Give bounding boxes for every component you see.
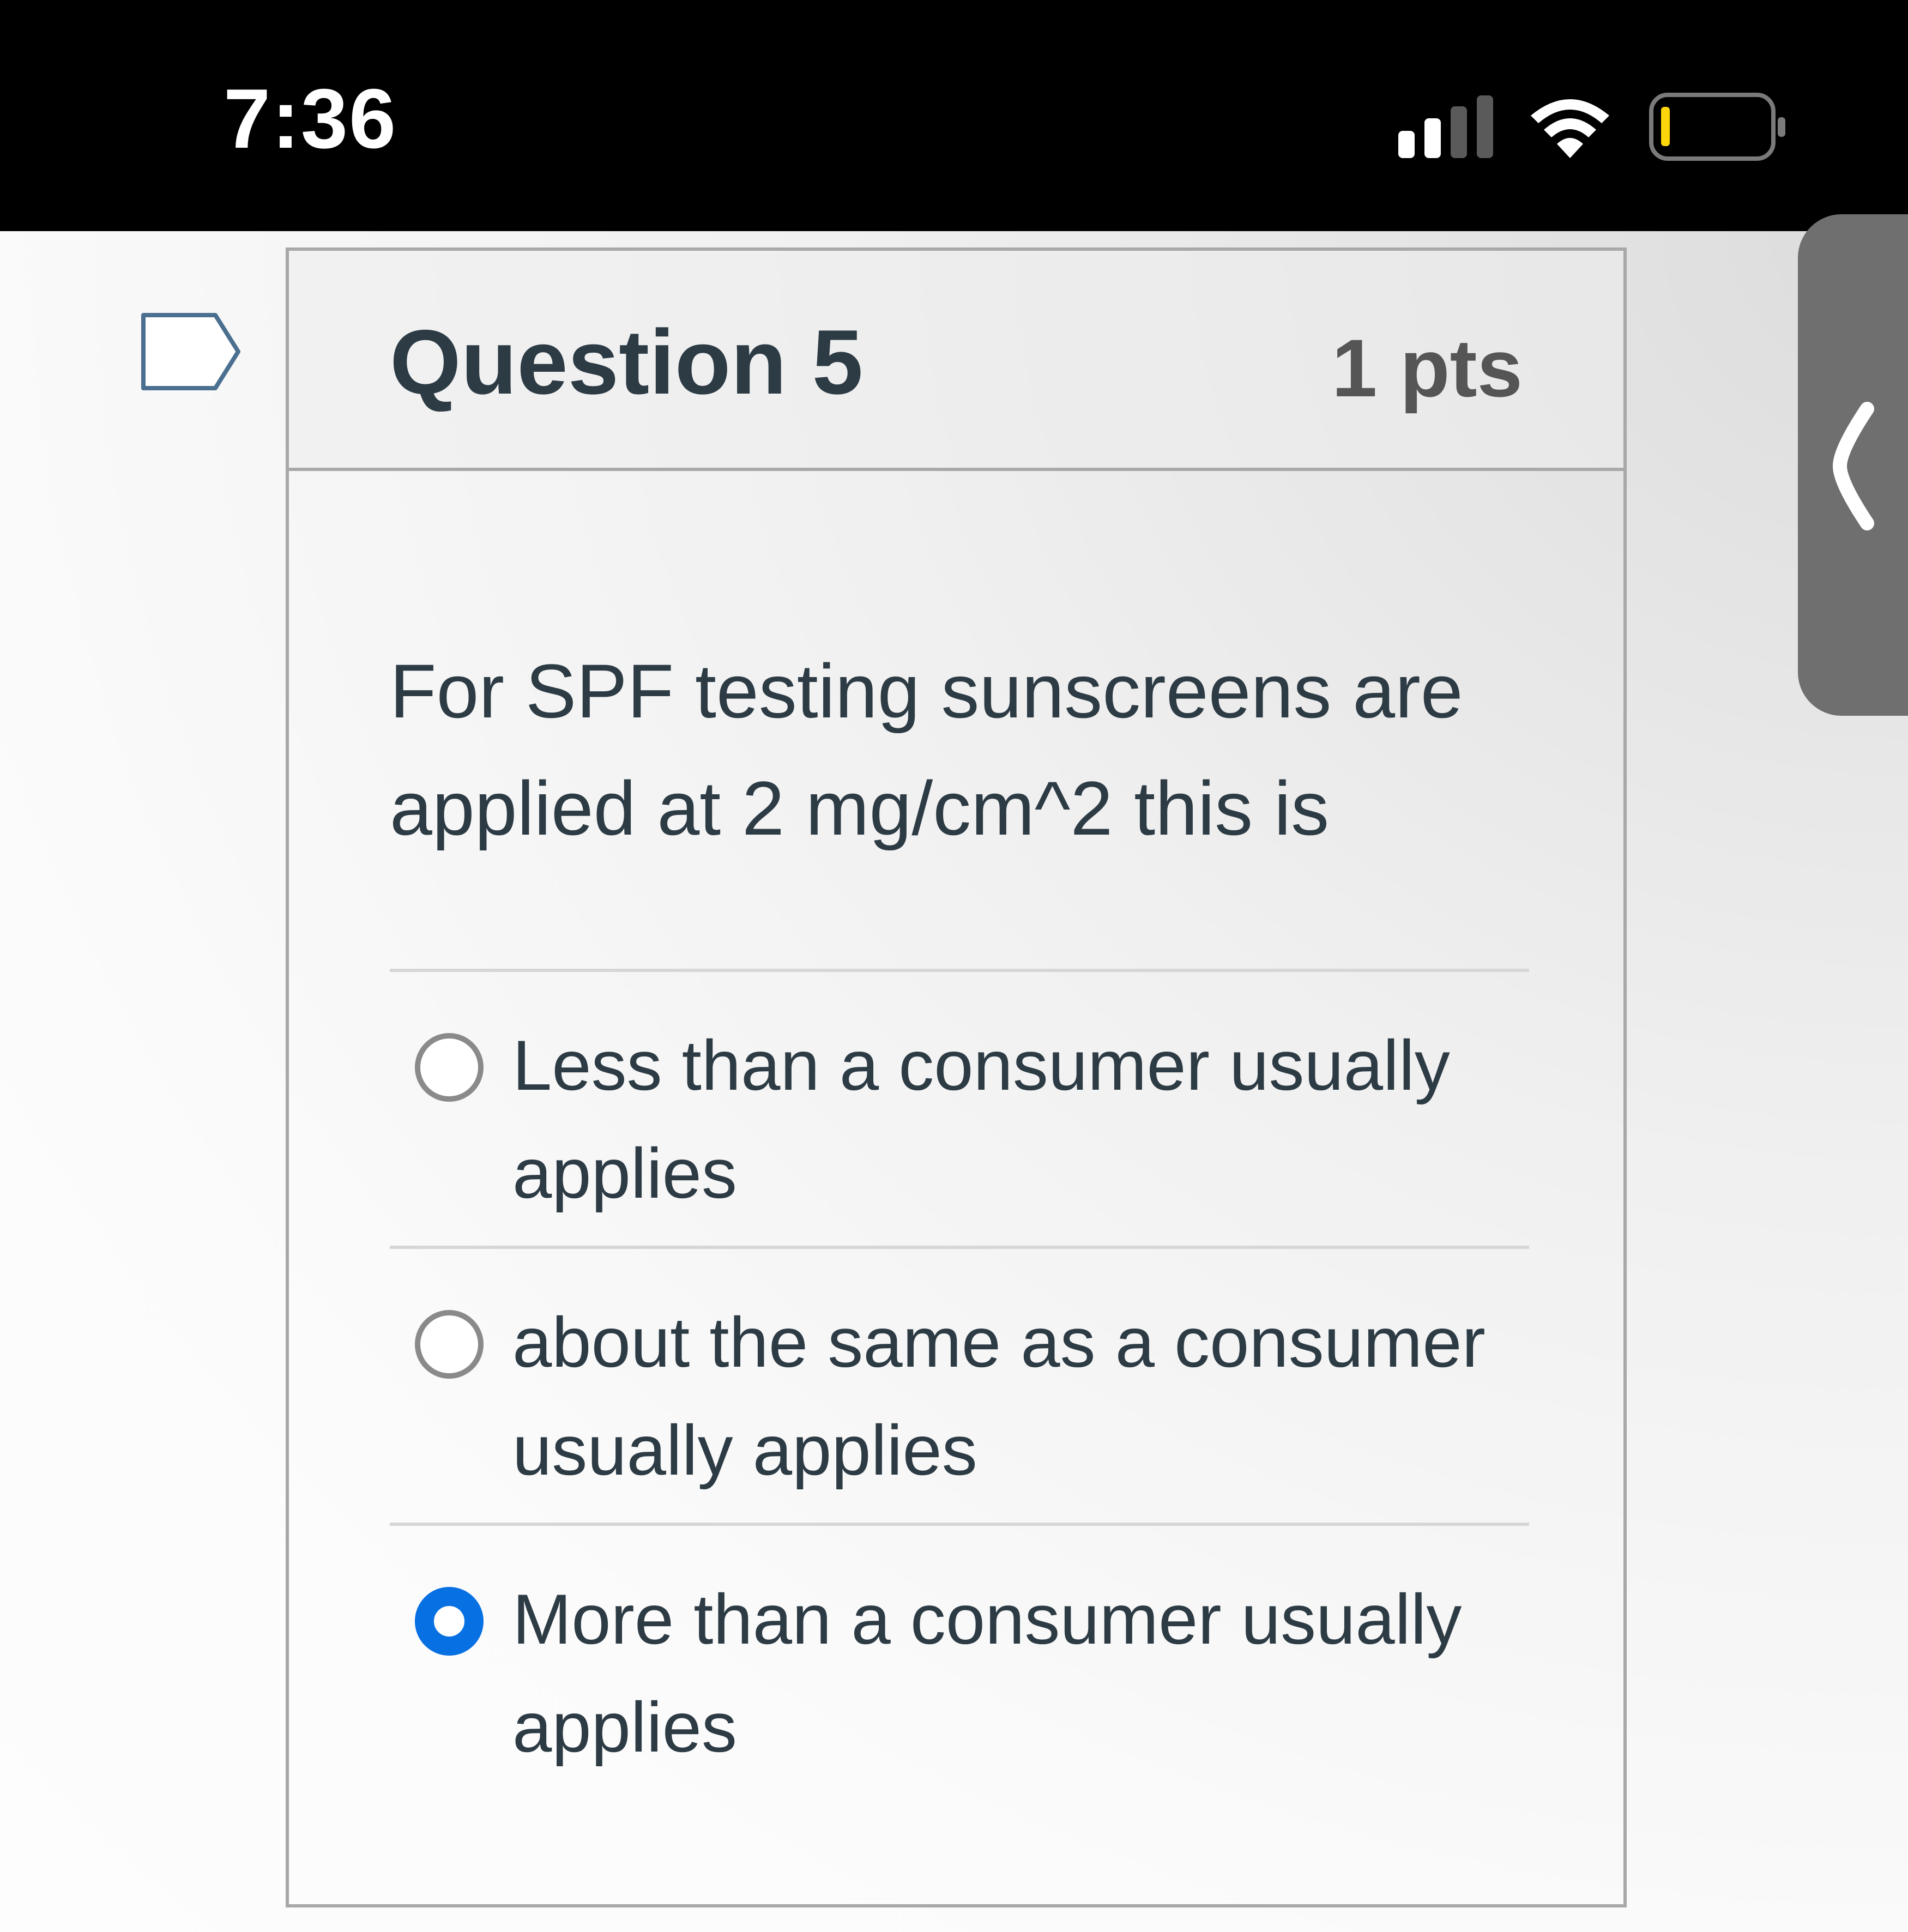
- radio-button[interactable]: [415, 1310, 484, 1379]
- status-time: 7:36: [224, 71, 397, 166]
- answer-list: Less than a consumer usually applies abo…: [390, 969, 1529, 1800]
- answer-label[interactable]: about the same as a consumer usually app…: [512, 1288, 1521, 1504]
- wifi-icon: [1531, 99, 1609, 158]
- question-header: Question 5 1 pts: [289, 251, 1623, 471]
- radio-button-selected[interactable]: [415, 1587, 484, 1656]
- question-text: For SPF testing sunscreens are applied a…: [390, 648, 1463, 851]
- answer-label[interactable]: More than a consumer usually applies: [512, 1565, 1521, 1781]
- answer-option[interactable]: More than a consumer usually applies: [390, 1523, 1529, 1800]
- flag-question-icon[interactable]: [139, 311, 243, 393]
- cellular-signal-icon: [1398, 95, 1493, 158]
- radio-button[interactable]: [415, 1033, 484, 1102]
- status-bar: 7:36: [0, 0, 1908, 231]
- question-points: 1 pts: [1331, 322, 1523, 414]
- question-title: Question 5: [390, 311, 864, 413]
- answer-option[interactable]: about the same as a consumer usually app…: [390, 1246, 1529, 1523]
- question-card: Question 5 1 pts For SPF testing sunscre…: [286, 247, 1627, 1907]
- battery-low-icon: [1649, 93, 1785, 161]
- answer-label[interactable]: Less than a consumer usually applies: [512, 1011, 1521, 1227]
- answer-option[interactable]: Less than a consumer usually applies: [390, 969, 1529, 1246]
- chevron-left-icon[interactable]: [1829, 401, 1878, 532]
